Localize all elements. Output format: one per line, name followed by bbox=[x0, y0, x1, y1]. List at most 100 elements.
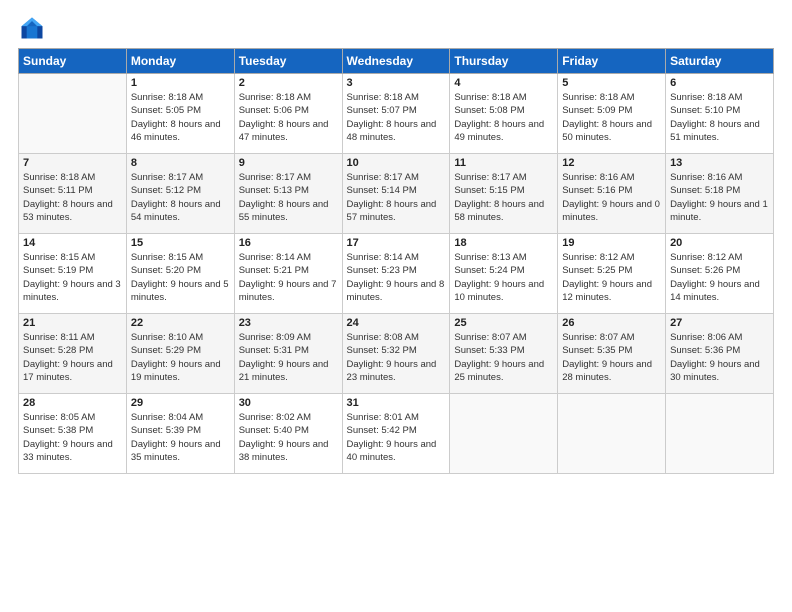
cell-info: Sunrise: 8:18 AMSunset: 5:10 PMDaylight:… bbox=[670, 91, 769, 144]
day-number: 10 bbox=[347, 157, 446, 169]
day-number: 30 bbox=[239, 397, 338, 409]
day-number: 2 bbox=[239, 77, 338, 89]
calendar-cell-r2-c0: 14Sunrise: 8:15 AMSunset: 5:19 PMDayligh… bbox=[19, 234, 127, 314]
calendar-row-2: 14Sunrise: 8:15 AMSunset: 5:19 PMDayligh… bbox=[19, 234, 774, 314]
weekday-header-saturday: Saturday bbox=[666, 49, 774, 74]
cell-info: Sunrise: 8:18 AMSunset: 5:08 PMDaylight:… bbox=[454, 91, 553, 144]
calendar-cell-r0-c4: 4 Sunrise: 8:18 AMSunset: 5:08 PMDaylight… bbox=[450, 74, 558, 154]
day-number: 21 bbox=[23, 317, 122, 329]
calendar-cell-r4-c6 bbox=[666, 394, 774, 474]
day-number: 25 bbox=[454, 317, 553, 329]
calendar-row-1: 7 Sunrise: 8:18 AMSunset: 5:11 PMDaylight… bbox=[19, 154, 774, 234]
calendar-cell-r4-c2: 30 Sunrise: 8:02 AMSunset: 5:40 PMDayligh… bbox=[234, 394, 342, 474]
cell-info: Sunrise: 8:13 AMSunset: 5:24 PMDaylight:… bbox=[454, 251, 553, 304]
cell-info: Sunrise: 8:08 AMSunset: 5:32 PMDaylight:… bbox=[347, 331, 446, 384]
calendar-cell-r1-c6: 13 Sunrise: 8:16 AMSunset: 5:18 PMDayligh… bbox=[666, 154, 774, 234]
weekday-header-friday: Friday bbox=[558, 49, 666, 74]
calendar-cell-r0-c0 bbox=[19, 74, 127, 154]
cell-info: Sunrise: 8:18 AMSunset: 5:07 PMDaylight:… bbox=[347, 91, 446, 144]
cell-info: Sunrise: 8:07 AMSunset: 5:35 PMDaylight:… bbox=[562, 331, 661, 384]
day-number: 5 bbox=[562, 77, 661, 89]
day-number: 7 bbox=[23, 157, 122, 169]
weekday-header-thursday: Thursday bbox=[450, 49, 558, 74]
cell-info: Sunrise: 8:09 AMSunset: 5:31 PMDaylight:… bbox=[239, 331, 338, 384]
day-number: 22 bbox=[131, 317, 230, 329]
calendar-cell-r3-c2: 23 Sunrise: 8:09 AMSunset: 5:31 PMDayligh… bbox=[234, 314, 342, 394]
calendar-cell-r1-c0: 7 Sunrise: 8:18 AMSunset: 5:11 PMDaylight… bbox=[19, 154, 127, 234]
header bbox=[18, 10, 774, 42]
calendar-cell-r2-c6: 20 Sunrise: 8:12 AMSunset: 5:26 PMDayligh… bbox=[666, 234, 774, 314]
calendar-cell-r3-c0: 21 Sunrise: 8:11 AMSunset: 5:28 PMDayligh… bbox=[19, 314, 127, 394]
cell-info: Sunrise: 8:07 AMSunset: 5:33 PMDaylight:… bbox=[454, 331, 553, 384]
cell-info: Sunrise: 8:12 AMSunset: 5:26 PMDaylight:… bbox=[670, 251, 769, 304]
cell-info: Sunrise: 8:17 AMSunset: 5:13 PMDaylight:… bbox=[239, 171, 338, 224]
day-number: 9 bbox=[239, 157, 338, 169]
cell-info: Sunrise: 8:12 AMSunset: 5:25 PMDaylight:… bbox=[562, 251, 661, 304]
day-number: 24 bbox=[347, 317, 446, 329]
calendar-cell-r3-c1: 22 Sunrise: 8:10 AMSunset: 5:29 PMDayligh… bbox=[126, 314, 234, 394]
cell-info: Sunrise: 8:18 AMSunset: 5:05 PMDaylight:… bbox=[131, 91, 230, 144]
cell-info: Sunrise: 8:05 AMSunset: 5:38 PMDaylight:… bbox=[23, 411, 122, 464]
cell-info: Sunrise: 8:02 AMSunset: 5:40 PMDaylight:… bbox=[239, 411, 338, 464]
cell-info: Sunrise: 8:14 AMSunset: 5:23 PMDaylight:… bbox=[347, 251, 446, 304]
day-number: 11 bbox=[454, 157, 553, 169]
cell-info: Sunrise: 8:18 AMSunset: 5:11 PMDaylight:… bbox=[23, 171, 122, 224]
weekday-header-monday: Monday bbox=[126, 49, 234, 74]
weekday-header-row: SundayMondayTuesdayWednesdayThursdayFrid… bbox=[19, 49, 774, 74]
calendar-cell-r1-c4: 11 Sunrise: 8:17 AMSunset: 5:15 PMDayligh… bbox=[450, 154, 558, 234]
day-number: 20 bbox=[670, 237, 769, 249]
calendar-cell-r3-c3: 24 Sunrise: 8:08 AMSunset: 5:32 PMDayligh… bbox=[342, 314, 450, 394]
day-number: 27 bbox=[670, 317, 769, 329]
cell-info: Sunrise: 8:18 AMSunset: 5:06 PMDaylight:… bbox=[239, 91, 338, 144]
day-number: 29 bbox=[131, 397, 230, 409]
cell-info: Sunrise: 8:14 AMSunset: 5:21 PMDaylight:… bbox=[239, 251, 338, 304]
calendar-cell-r1-c5: 12Sunrise: 8:16 AMSunset: 5:16 PMDayligh… bbox=[558, 154, 666, 234]
calendar-cell-r2-c4: 18 Sunrise: 8:13 AMSunset: 5:24 PMDayligh… bbox=[450, 234, 558, 314]
calendar-cell-r2-c1: 15Sunrise: 8:15 AMSunset: 5:20 PMDayligh… bbox=[126, 234, 234, 314]
calendar-table: SundayMondayTuesdayWednesdayThursdayFrid… bbox=[18, 48, 774, 474]
day-number: 16 bbox=[239, 237, 338, 249]
calendar-cell-r1-c2: 9 Sunrise: 8:17 AMSunset: 5:13 PMDaylight… bbox=[234, 154, 342, 234]
cell-info: Sunrise: 8:16 AMSunset: 5:16 PMDaylight:… bbox=[562, 171, 661, 224]
calendar-cell-r4-c0: 28 Sunrise: 8:05 AMSunset: 5:38 PMDayligh… bbox=[19, 394, 127, 474]
day-number: 17 bbox=[347, 237, 446, 249]
calendar-row-3: 21 Sunrise: 8:11 AMSunset: 5:28 PMDayligh… bbox=[19, 314, 774, 394]
weekday-header-wednesday: Wednesday bbox=[342, 49, 450, 74]
calendar-cell-r4-c3: 31 Sunrise: 8:01 AMSunset: 5:42 PMDayligh… bbox=[342, 394, 450, 474]
cell-info: Sunrise: 8:11 AMSunset: 5:28 PMDaylight:… bbox=[23, 331, 122, 384]
cell-info: Sunrise: 8:17 AMSunset: 5:14 PMDaylight:… bbox=[347, 171, 446, 224]
calendar-cell-r2-c5: 19 Sunrise: 8:12 AMSunset: 5:25 PMDayligh… bbox=[558, 234, 666, 314]
cell-info: Sunrise: 8:01 AMSunset: 5:42 PMDaylight:… bbox=[347, 411, 446, 464]
calendar-row-0: 1Sunrise: 8:18 AMSunset: 5:05 PMDaylight… bbox=[19, 74, 774, 154]
cell-info: Sunrise: 8:18 AMSunset: 5:09 PMDaylight:… bbox=[562, 91, 661, 144]
calendar-cell-r0-c2: 2 Sunrise: 8:18 AMSunset: 5:06 PMDaylight… bbox=[234, 74, 342, 154]
calendar-cell-r0-c3: 3 Sunrise: 8:18 AMSunset: 5:07 PMDaylight… bbox=[342, 74, 450, 154]
cell-info: Sunrise: 8:06 AMSunset: 5:36 PMDaylight:… bbox=[670, 331, 769, 384]
page: SundayMondayTuesdayWednesdayThursdayFrid… bbox=[0, 0, 792, 612]
day-number: 4 bbox=[454, 77, 553, 89]
calendar-cell-r4-c4 bbox=[450, 394, 558, 474]
day-number: 15 bbox=[131, 237, 230, 249]
cell-info: Sunrise: 8:10 AMSunset: 5:29 PMDaylight:… bbox=[131, 331, 230, 384]
day-number: 3 bbox=[347, 77, 446, 89]
cell-info: Sunrise: 8:17 AMSunset: 5:15 PMDaylight:… bbox=[454, 171, 553, 224]
weekday-header-sunday: Sunday bbox=[19, 49, 127, 74]
day-number: 13 bbox=[670, 157, 769, 169]
day-number: 8 bbox=[131, 157, 230, 169]
day-number: 23 bbox=[239, 317, 338, 329]
calendar-cell-r3-c4: 25 Sunrise: 8:07 AMSunset: 5:33 PMDayligh… bbox=[450, 314, 558, 394]
day-number: 28 bbox=[23, 397, 122, 409]
cell-info: Sunrise: 8:16 AMSunset: 5:18 PMDaylight:… bbox=[670, 171, 769, 224]
logo-area bbox=[18, 10, 50, 42]
calendar-row-4: 28 Sunrise: 8:05 AMSunset: 5:38 PMDayligh… bbox=[19, 394, 774, 474]
cell-info: Sunrise: 8:17 AMSunset: 5:12 PMDaylight:… bbox=[131, 171, 230, 224]
day-number: 19 bbox=[562, 237, 661, 249]
day-number: 18 bbox=[454, 237, 553, 249]
cell-info: Sunrise: 8:15 AMSunset: 5:19 PMDaylight:… bbox=[23, 251, 122, 304]
calendar-cell-r2-c3: 17 Sunrise: 8:14 AMSunset: 5:23 PMDayligh… bbox=[342, 234, 450, 314]
calendar-cell-r0-c6: 6 Sunrise: 8:18 AMSunset: 5:10 PMDaylight… bbox=[666, 74, 774, 154]
day-number: 6 bbox=[670, 77, 769, 89]
day-number: 31 bbox=[347, 397, 446, 409]
calendar-cell-r1-c3: 10 Sunrise: 8:17 AMSunset: 5:14 PMDayligh… bbox=[342, 154, 450, 234]
calendar-cell-r2-c2: 16 Sunrise: 8:14 AMSunset: 5:21 PMDayligh… bbox=[234, 234, 342, 314]
